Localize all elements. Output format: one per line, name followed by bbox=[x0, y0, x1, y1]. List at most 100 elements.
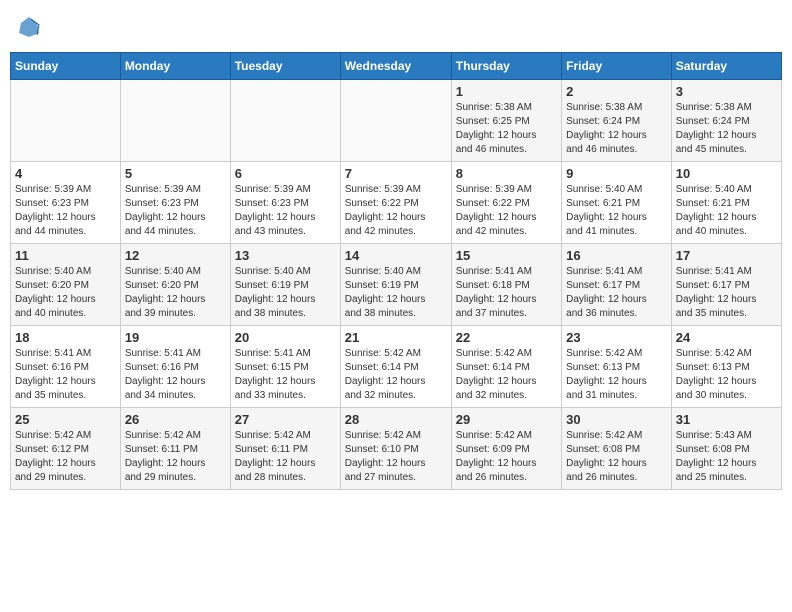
day-info: Sunrise: 5:42 AM Sunset: 6:13 PM Dayligh… bbox=[566, 347, 667, 403]
calendar-cell: 5Sunrise: 5:39 AM Sunset: 6:23 PM Daylig… bbox=[120, 162, 230, 244]
calendar-cell: 23 Sunrise: 5:42 AM Sunset: 6:13 PM Dayli… bbox=[562, 326, 672, 408]
calendar-cell: 27 Sunrise: 5:42 AM Sunset: 6:11 PM Dayli… bbox=[230, 408, 340, 490]
day-number: 1 bbox=[456, 84, 557, 99]
calendar-cell: 26 Sunrise: 5:42 AM Sunset: 6:11 PM Dayli… bbox=[120, 408, 230, 490]
day-info: Sunrise: 5:39 AM Sunset: 6:23 PM Dayligh… bbox=[235, 183, 336, 239]
day-info: Sunrise: 5:41 AM Sunset: 6:17 PM Dayligh… bbox=[566, 265, 667, 321]
calendar-cell: 3Sunrise: 5:38 AM Sunset: 6:24 PM Daylig… bbox=[671, 80, 781, 162]
day-number: 29 bbox=[456, 412, 557, 427]
calendar-cell: 2 Sunrise: 5:38 AM Sunset: 6:24 PM Daylig… bbox=[562, 80, 672, 162]
calendar-table: SundayMondayTuesdayWednesdayThursdayFrid… bbox=[10, 52, 782, 490]
day-info: Sunrise: 5:39 AM Sunset: 6:22 PM Dayligh… bbox=[456, 183, 557, 239]
calendar-cell: 1 Sunrise: 5:38 AM Sunset: 6:25 PM Daylig… bbox=[451, 80, 561, 162]
day-info: Sunrise: 5:40 AM Sunset: 6:20 PM Dayligh… bbox=[125, 265, 226, 321]
day-number: 2 bbox=[566, 84, 667, 99]
day-number: 8 bbox=[456, 166, 557, 181]
day-number: 22 bbox=[456, 330, 557, 345]
day-number: 5 bbox=[125, 166, 226, 181]
day-number: 15 bbox=[456, 248, 557, 263]
day-number: 4 bbox=[15, 166, 116, 181]
day-header-friday: Friday bbox=[562, 53, 672, 80]
calendar-cell: 21 Sunrise: 5:42 AM Sunset: 6:14 PM Dayli… bbox=[340, 326, 451, 408]
calendar-cell: 18 Sunrise: 5:41 AM Sunset: 6:16 PM Dayli… bbox=[11, 326, 121, 408]
day-number: 14 bbox=[345, 248, 447, 263]
day-number: 28 bbox=[345, 412, 447, 427]
day-info: Sunrise: 5:42 AM Sunset: 6:14 PM Dayligh… bbox=[345, 347, 447, 403]
calendar-cell: 11 Sunrise: 5:40 AM Sunset: 6:20 PM Dayli… bbox=[11, 244, 121, 326]
calendar-cell: 16 Sunrise: 5:41 AM Sunset: 6:17 PM Dayli… bbox=[562, 244, 672, 326]
header bbox=[10, 10, 782, 44]
calendar-cell: 20 Sunrise: 5:41 AM Sunset: 6:15 PM Dayli… bbox=[230, 326, 340, 408]
day-number: 3 bbox=[676, 84, 777, 99]
day-number: 10 bbox=[676, 166, 777, 181]
day-info: Sunrise: 5:42 AM Sunset: 6:11 PM Dayligh… bbox=[235, 429, 336, 485]
calendar-cell: 14 Sunrise: 5:40 AM Sunset: 6:19 PM Dayli… bbox=[340, 244, 451, 326]
day-info: Sunrise: 5:42 AM Sunset: 6:09 PM Dayligh… bbox=[456, 429, 557, 485]
day-number: 16 bbox=[566, 248, 667, 263]
day-info: Sunrise: 5:42 AM Sunset: 6:11 PM Dayligh… bbox=[125, 429, 226, 485]
day-info: Sunrise: 5:40 AM Sunset: 6:20 PM Dayligh… bbox=[15, 265, 116, 321]
logo bbox=[15, 15, 41, 44]
calendar-cell: 24 Sunrise: 5:42 AM Sunset: 6:13 PM Dayli… bbox=[671, 326, 781, 408]
day-info: Sunrise: 5:40 AM Sunset: 6:19 PM Dayligh… bbox=[235, 265, 336, 321]
day-number: 27 bbox=[235, 412, 336, 427]
day-info: Sunrise: 5:41 AM Sunset: 6:16 PM Dayligh… bbox=[15, 347, 116, 403]
day-info: Sunrise: 5:39 AM Sunset: 6:23 PM Dayligh… bbox=[15, 183, 116, 239]
day-number: 11 bbox=[15, 248, 116, 263]
day-number: 20 bbox=[235, 330, 336, 345]
calendar-cell bbox=[230, 80, 340, 162]
day-info: Sunrise: 5:40 AM Sunset: 6:19 PM Dayligh… bbox=[345, 265, 447, 321]
calendar-cell: 13 Sunrise: 5:40 AM Sunset: 6:19 PM Dayli… bbox=[230, 244, 340, 326]
day-header-wednesday: Wednesday bbox=[340, 53, 451, 80]
day-info: Sunrise: 5:41 AM Sunset: 6:15 PM Dayligh… bbox=[235, 347, 336, 403]
day-info: Sunrise: 5:39 AM Sunset: 6:22 PM Dayligh… bbox=[345, 183, 447, 239]
day-number: 19 bbox=[125, 330, 226, 345]
calendar-cell: 25 Sunrise: 5:42 AM Sunset: 6:12 PM Dayli… bbox=[11, 408, 121, 490]
calendar-cell: 28 Sunrise: 5:42 AM Sunset: 6:10 PM Dayli… bbox=[340, 408, 451, 490]
day-number: 9 bbox=[566, 166, 667, 181]
day-header-monday: Monday bbox=[120, 53, 230, 80]
calendar-cell bbox=[340, 80, 451, 162]
day-info: Sunrise: 5:42 AM Sunset: 6:12 PM Dayligh… bbox=[15, 429, 116, 485]
day-number: 18 bbox=[15, 330, 116, 345]
day-number: 6 bbox=[235, 166, 336, 181]
day-info: Sunrise: 5:38 AM Sunset: 6:25 PM Dayligh… bbox=[456, 101, 557, 157]
calendar-cell: 30 Sunrise: 5:42 AM Sunset: 6:08 PM Dayli… bbox=[562, 408, 672, 490]
day-info: Sunrise: 5:40 AM Sunset: 6:21 PM Dayligh… bbox=[676, 183, 777, 239]
day-header-sunday: Sunday bbox=[11, 53, 121, 80]
day-header-thursday: Thursday bbox=[451, 53, 561, 80]
day-number: 21 bbox=[345, 330, 447, 345]
day-info: Sunrise: 5:43 AM Sunset: 6:08 PM Dayligh… bbox=[676, 429, 777, 485]
day-number: 26 bbox=[125, 412, 226, 427]
calendar-cell: 10 Sunrise: 5:40 AM Sunset: 6:21 PM Dayli… bbox=[671, 162, 781, 244]
day-number: 12 bbox=[125, 248, 226, 263]
calendar-cell: 29 Sunrise: 5:42 AM Sunset: 6:09 PM Dayli… bbox=[451, 408, 561, 490]
day-info: Sunrise: 5:38 AM Sunset: 6:24 PM Dayligh… bbox=[566, 101, 667, 157]
day-number: 7 bbox=[345, 166, 447, 181]
calendar-cell bbox=[11, 80, 121, 162]
day-header-saturday: Saturday bbox=[671, 53, 781, 80]
day-info: Sunrise: 5:41 AM Sunset: 6:17 PM Dayligh… bbox=[676, 265, 777, 321]
calendar-cell: 19 Sunrise: 5:41 AM Sunset: 6:16 PM Dayli… bbox=[120, 326, 230, 408]
day-info: Sunrise: 5:42 AM Sunset: 6:08 PM Dayligh… bbox=[566, 429, 667, 485]
calendar-cell: 4 Sunrise: 5:39 AM Sunset: 6:23 PM Daylig… bbox=[11, 162, 121, 244]
day-number: 30 bbox=[566, 412, 667, 427]
day-info: Sunrise: 5:41 AM Sunset: 6:16 PM Dayligh… bbox=[125, 347, 226, 403]
day-info: Sunrise: 5:42 AM Sunset: 6:13 PM Dayligh… bbox=[676, 347, 777, 403]
calendar-cell: 22 Sunrise: 5:42 AM Sunset: 6:14 PM Dayli… bbox=[451, 326, 561, 408]
day-info: Sunrise: 5:42 AM Sunset: 6:10 PM Dayligh… bbox=[345, 429, 447, 485]
day-number: 24 bbox=[676, 330, 777, 345]
calendar-cell: 31 Sunrise: 5:43 AM Sunset: 6:08 PM Dayli… bbox=[671, 408, 781, 490]
day-info: Sunrise: 5:40 AM Sunset: 6:21 PM Dayligh… bbox=[566, 183, 667, 239]
day-number: 13 bbox=[235, 248, 336, 263]
calendar-cell: 8 Sunrise: 5:39 AM Sunset: 6:22 PM Daylig… bbox=[451, 162, 561, 244]
day-number: 17 bbox=[676, 248, 777, 263]
day-info: Sunrise: 5:41 AM Sunset: 6:18 PM Dayligh… bbox=[456, 265, 557, 321]
day-number: 25 bbox=[15, 412, 116, 427]
day-info: Sunrise: 5:42 AM Sunset: 6:14 PM Dayligh… bbox=[456, 347, 557, 403]
day-number: 23 bbox=[566, 330, 667, 345]
logo-icon bbox=[17, 15, 41, 39]
calendar-cell: 17 Sunrise: 5:41 AM Sunset: 6:17 PM Dayli… bbox=[671, 244, 781, 326]
day-number: 31 bbox=[676, 412, 777, 427]
calendar-cell: 12 Sunrise: 5:40 AM Sunset: 6:20 PM Dayli… bbox=[120, 244, 230, 326]
